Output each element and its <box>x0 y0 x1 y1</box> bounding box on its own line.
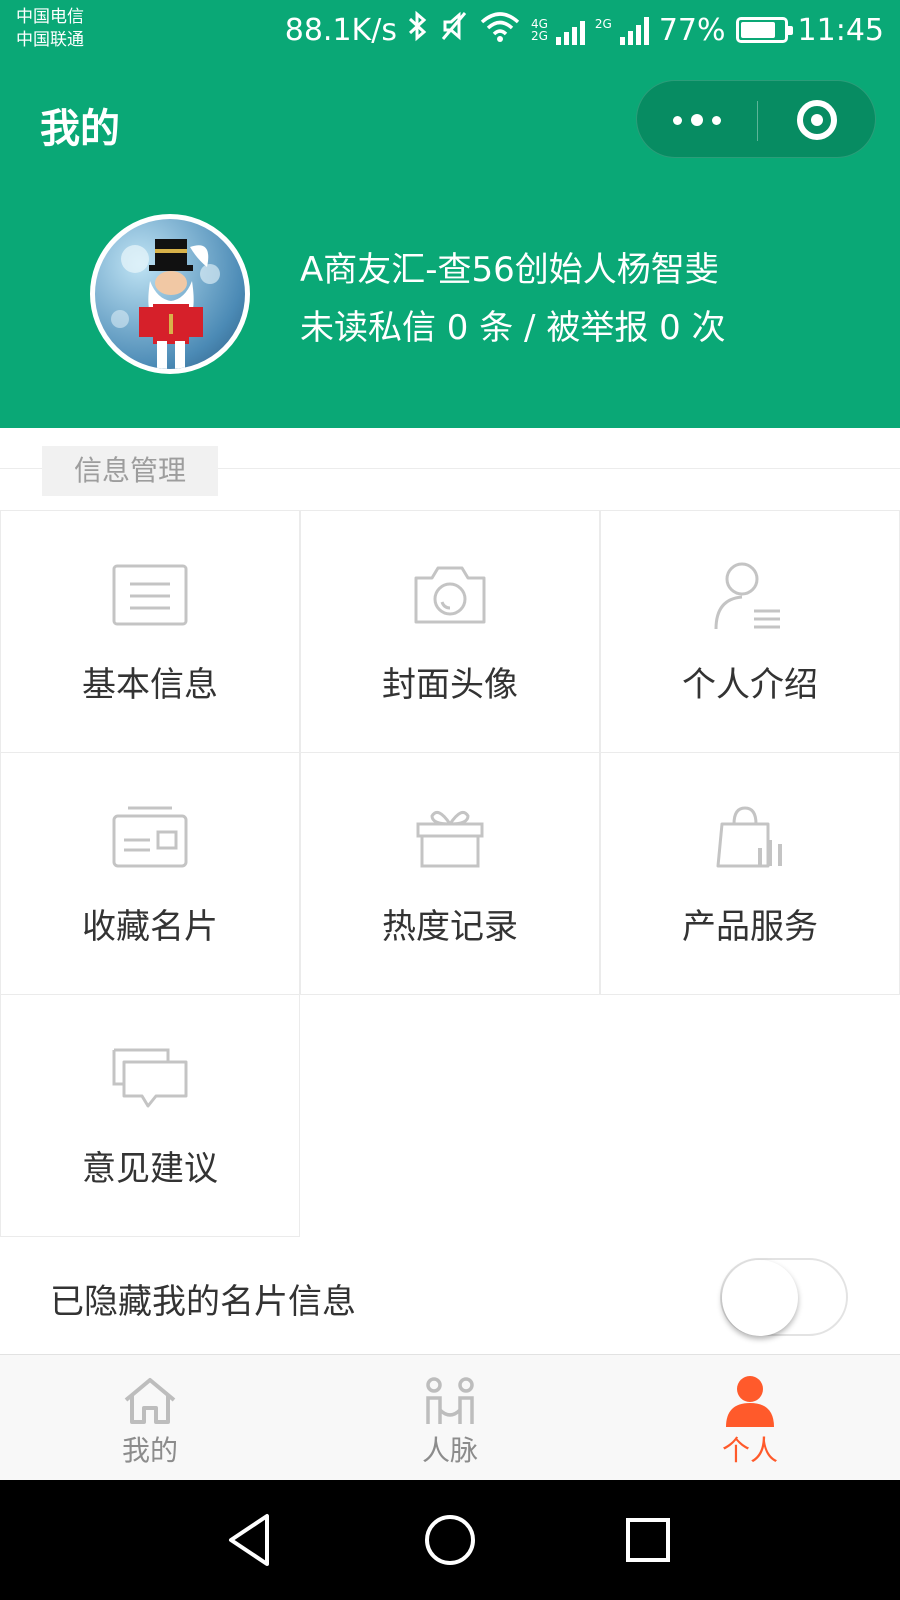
wifi-icon <box>479 10 521 50</box>
profile-header: 我的 A商友汇-查56创始人杨智斐 未读私信 0 条 / 被举报 0 次 <box>0 62 900 428</box>
connections-icon <box>422 1375 478 1427</box>
card-icon <box>110 801 190 873</box>
tab-label: 个人 <box>721 1434 778 1467</box>
hide-card-label: 已隐藏我的名片信息 <box>50 1282 356 1322</box>
tab-connections[interactable]: 人脉 <box>300 1355 600 1481</box>
recents-square-icon <box>626 1518 670 1562</box>
section-title: 信息管理 <box>42 446 218 496</box>
grid-item-label: 基本信息 <box>82 665 218 705</box>
camera-icon <box>410 559 490 631</box>
chat-icon <box>110 1043 190 1115</box>
home-icon <box>122 1375 178 1427</box>
avatar[interactable] <box>90 214 250 374</box>
tab-mine[interactable]: 我的 <box>0 1355 300 1481</box>
gift-icon <box>410 801 490 873</box>
carriers: 中国电信 中国联通 <box>16 6 84 52</box>
grid-item-saved-cards[interactable]: 收藏名片 <box>0 752 300 995</box>
battery-icon <box>735 17 793 43</box>
grid-item-introduction[interactable]: 个人介绍 <box>600 510 900 753</box>
hide-card-row: 已隐藏我的名片信息 <box>0 1240 900 1354</box>
tab-bar: 我的 人脉 个人 <box>0 1354 900 1480</box>
network-speed: 88.1K/s <box>284 12 397 48</box>
hide-card-toggle[interactable] <box>720 1258 848 1336</box>
signal-1-icon <box>555 15 585 45</box>
back-button[interactable] <box>220 1510 280 1570</box>
signal-2-icon <box>619 15 649 45</box>
profile-stats: 未读私信 0 条 / 被举报 0 次 <box>300 308 726 348</box>
system-nav-bar <box>0 1480 900 1600</box>
status-indicators: 88.1K/s 4G 2G 2G 77% 11:45 <box>285 10 884 50</box>
clock: 11:45 <box>797 12 884 48</box>
grid-item-label: 封面头像 <box>382 665 518 705</box>
grid-item-basic-info[interactable]: 基本信息 <box>0 510 300 753</box>
target-icon <box>797 100 837 140</box>
status-bar: 中国电信 中国联通 88.1K/s 4G 2G 2G 77% 11:45 <box>0 0 900 62</box>
bluetooth-icon <box>407 10 429 50</box>
miniprogram-capsule <box>636 80 876 158</box>
person-icon <box>722 1375 778 1427</box>
network-type-1: 4G 2G <box>531 18 548 42</box>
grid-item-label: 收藏名片 <box>82 907 218 947</box>
back-triangle-icon <box>229 1514 269 1566</box>
grid-item-cover-avatar[interactable]: 封面头像 <box>300 510 600 753</box>
person-list-icon <box>710 559 790 631</box>
grid-item-label: 意见建议 <box>82 1149 218 1189</box>
more-button[interactable] <box>637 81 757 159</box>
recents-button[interactable] <box>618 1510 678 1570</box>
close-button[interactable] <box>757 81 877 159</box>
page-title: 我的 <box>40 106 120 152</box>
grid-item-label: 个人介绍 <box>682 665 818 705</box>
network-type-1-bottom: 2G <box>530 29 548 43</box>
grid-item-label: 产品服务 <box>682 907 818 947</box>
battery-percent: 77% <box>658 12 726 48</box>
tab-personal[interactable]: 个人 <box>600 1355 900 1481</box>
carrier-1: 中国电信 <box>16 7 84 27</box>
network-type-2: 2G <box>595 18 612 42</box>
grid-item-products[interactable]: 产品服务 <box>600 752 900 995</box>
grid-item-popularity[interactable]: 热度记录 <box>300 752 600 995</box>
tab-label: 我的 <box>121 1434 178 1467</box>
shopping-bag-icon <box>710 801 790 873</box>
mute-icon <box>439 10 469 50</box>
tab-label: 人脉 <box>421 1434 478 1467</box>
grid-item-feedback[interactable]: 意见建议 <box>0 994 300 1237</box>
grid-item-label: 热度记录 <box>382 907 518 947</box>
profile-name: A商友汇-查56创始人杨智斐 <box>300 250 719 290</box>
document-icon <box>110 559 190 631</box>
home-circle-icon <box>425 1515 475 1565</box>
home-button[interactable] <box>420 1510 480 1570</box>
carrier-2: 中国联通 <box>16 30 84 50</box>
toggle-knob <box>722 1260 798 1336</box>
